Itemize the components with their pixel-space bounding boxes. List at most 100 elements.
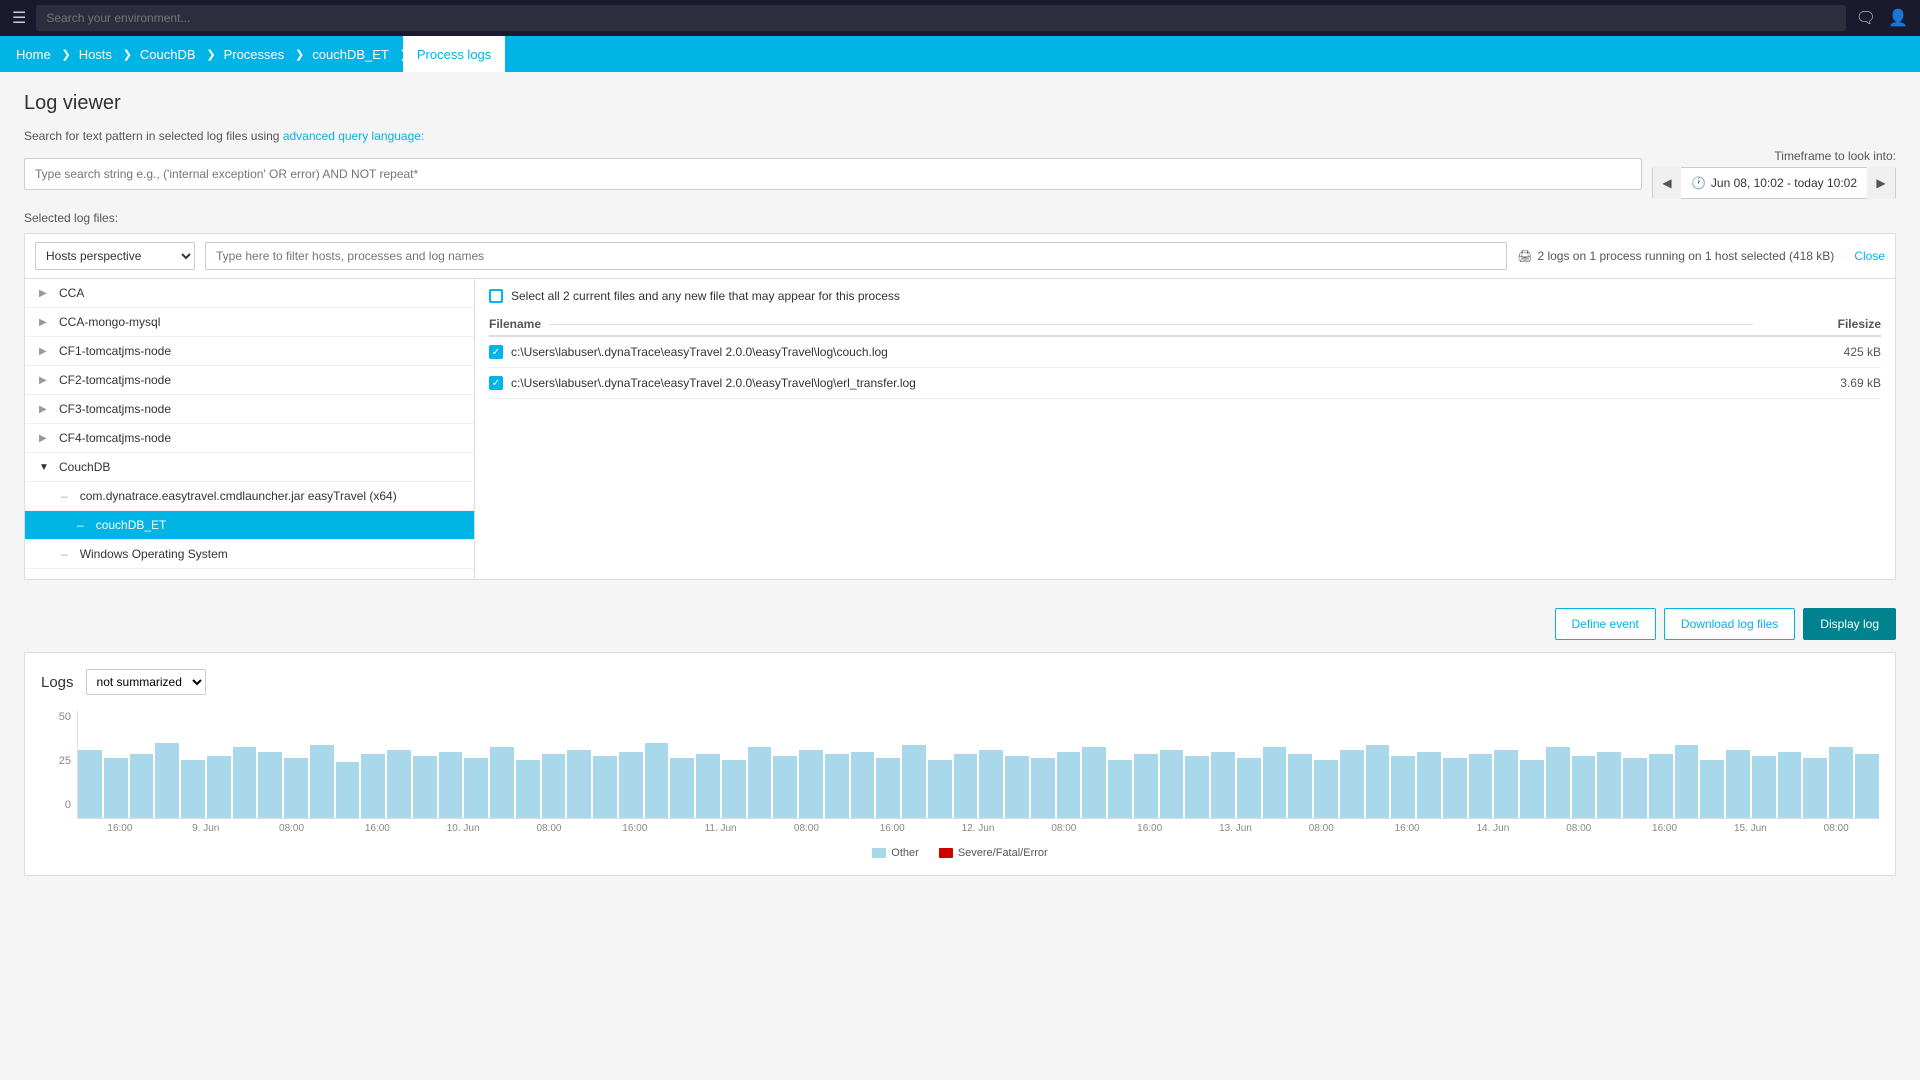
breadcrumb-hosts[interactable]: Hosts bbox=[65, 36, 126, 72]
chart-bar-23 bbox=[670, 758, 694, 818]
timeframe-next-btn[interactable]: ▶ bbox=[1867, 167, 1895, 199]
print-icon: 🖨 bbox=[1517, 249, 1532, 263]
chart-bar-31 bbox=[876, 758, 900, 818]
download-log-button[interactable]: Download log files bbox=[1664, 608, 1795, 640]
breadcrumb-home[interactable]: Home bbox=[0, 36, 65, 72]
log-selector-header: Hosts perspective Process perspective 🖨 … bbox=[25, 234, 1895, 279]
chart-bar-34 bbox=[954, 754, 978, 818]
tree-item-cf1[interactable]: ▶ CF1-tomcatjms-node bbox=[25, 337, 474, 366]
chart-bar-39 bbox=[1082, 747, 1106, 818]
breadcrumb-couchdbet[interactable]: couchDB_ET bbox=[298, 36, 403, 72]
log-search-input[interactable] bbox=[24, 158, 1642, 190]
menu-icon[interactable]: ☰ bbox=[12, 8, 26, 28]
tree-item-cf3[interactable]: ▶ CF3-tomcatjms-node bbox=[25, 395, 474, 424]
x-label-0800-4: 08:00 bbox=[1021, 823, 1107, 834]
expand-arrow: ▶ bbox=[39, 288, 51, 299]
dash-icon: – bbox=[77, 518, 84, 532]
file-row-1: ✓ c:\Users\labuser\.dynaTrace\easyTravel… bbox=[489, 336, 1881, 368]
file-checkbox-1[interactable]: ✓ bbox=[489, 345, 503, 359]
breadcrumb-couchdb[interactable]: CouchDB bbox=[126, 36, 210, 72]
chart-bar-0 bbox=[78, 750, 102, 818]
legend-other: Other bbox=[872, 847, 919, 859]
chart-bar-24 bbox=[696, 754, 720, 818]
log-filter-input[interactable] bbox=[205, 242, 1507, 270]
x-label-1600-2: 16:00 bbox=[334, 823, 420, 834]
messages-icon[interactable]: 🗨 bbox=[1856, 8, 1876, 28]
chart-bar-4 bbox=[181, 760, 205, 818]
close-btn[interactable]: Close bbox=[1854, 249, 1885, 263]
logs-summarize-select[interactable]: not summarized by severity by message bbox=[86, 669, 206, 695]
selected-log-label: Selected log files: bbox=[24, 211, 1896, 225]
chart-bar-27 bbox=[773, 756, 797, 818]
x-label-14jun: 14. Jun bbox=[1450, 823, 1536, 834]
header-separator bbox=[549, 324, 1753, 325]
x-label-0800-7: 08:00 bbox=[1793, 823, 1879, 834]
chart-bar-8 bbox=[284, 758, 308, 818]
dash-icon: – bbox=[61, 489, 68, 503]
tree-item-cca[interactable]: ▶ CCA bbox=[25, 279, 474, 308]
check-icon: ✓ bbox=[492, 378, 500, 389]
legend-severe-dot bbox=[939, 848, 953, 858]
global-search-input[interactable] bbox=[36, 5, 1845, 31]
define-event-button[interactable]: Define event bbox=[1555, 608, 1656, 640]
chart-bar-64 bbox=[1726, 750, 1750, 818]
chart-bar-40 bbox=[1108, 760, 1132, 818]
timeframe-container: Timeframe to look into: ◀ 🕐 Jun 08, 10:0… bbox=[1652, 149, 1896, 199]
expand-arrow: ▶ bbox=[39, 404, 51, 415]
display-log-button[interactable]: Display log bbox=[1803, 608, 1896, 640]
select-all-checkbox[interactable] bbox=[489, 289, 503, 303]
user-icon[interactable]: 👤 bbox=[1888, 8, 1908, 28]
x-label-1600-4: 16:00 bbox=[849, 823, 935, 834]
x-label-0800-6: 08:00 bbox=[1536, 823, 1622, 834]
tree-item-cf2[interactable]: ▶ CF2-tomcatjms-node bbox=[25, 366, 474, 395]
breadcrumb-process-logs[interactable]: Process logs bbox=[403, 36, 505, 72]
tree-item-cf4[interactable]: ▶ CF4-tomcatjms-node bbox=[25, 424, 474, 453]
chart-bar-9 bbox=[310, 745, 334, 818]
file-checkbox-2[interactable]: ✓ bbox=[489, 376, 503, 390]
top-bar: ☰ 🗨 👤 bbox=[0, 0, 1920, 36]
chart-bar-44 bbox=[1211, 752, 1235, 818]
chart-bar-28 bbox=[799, 750, 823, 818]
x-label-12jun: 12. Jun bbox=[935, 823, 1021, 834]
tree-item-couchdb[interactable]: ▼ CouchDB bbox=[25, 453, 474, 482]
tree-item-couchdbet[interactable]: – couchDB_ET bbox=[25, 511, 474, 540]
chart-bar-21 bbox=[619, 752, 643, 818]
timeframe-value: 🕐 Jun 08, 10:02 - today 10:02 bbox=[1681, 168, 1867, 198]
chart-bar-37 bbox=[1031, 758, 1055, 818]
chart-bar-29 bbox=[825, 754, 849, 818]
select-all-row: Select all 2 current files and any new f… bbox=[489, 289, 1881, 303]
tree-item-windows-os[interactable]: – Windows Operating System bbox=[25, 540, 474, 569]
chart-bar-18 bbox=[542, 754, 566, 818]
perspective-select[interactable]: Hosts perspective Process perspective bbox=[35, 242, 195, 270]
chart-bar-58 bbox=[1572, 756, 1596, 818]
chart-bar-60 bbox=[1623, 758, 1647, 818]
action-row: Define event Download log files Display … bbox=[24, 596, 1896, 644]
tree-item-cca-mongo[interactable]: ▶ CCA-mongo-mysql bbox=[25, 308, 474, 337]
tree-item-cmdlauncher[interactable]: – com.dynatrace.easytravel.cmdlauncher.j… bbox=[25, 482, 474, 511]
chart-bar-42 bbox=[1160, 750, 1184, 818]
advanced-query-link[interactable]: advanced query language: bbox=[283, 129, 424, 143]
chart-bar-22 bbox=[645, 743, 669, 818]
log-count-info: 🖨 2 logs on 1 process running on 1 host … bbox=[1517, 249, 1834, 263]
chart-bar-61 bbox=[1649, 754, 1673, 818]
chart-bar-52 bbox=[1417, 752, 1441, 818]
chart-bar-16 bbox=[490, 747, 514, 818]
chart-bar-47 bbox=[1288, 754, 1312, 818]
chart-bar-48 bbox=[1314, 760, 1338, 818]
chart-bar-51 bbox=[1391, 756, 1415, 818]
chart-bar-50 bbox=[1366, 745, 1390, 818]
chart-legend: Other Severe/Fatal/Error bbox=[41, 847, 1879, 859]
timeframe-prev-btn[interactable]: ◀ bbox=[1653, 167, 1681, 199]
file-size-2: 3.69 kB bbox=[1753, 368, 1881, 399]
file-row-2: ✓ c:\Users\labuser\.dynaTrace\easyTravel… bbox=[489, 368, 1881, 399]
chart-bar-45 bbox=[1237, 758, 1261, 818]
chart-bar-68 bbox=[1829, 747, 1853, 818]
file-path-1: ✓ c:\Users\labuser\.dynaTrace\easyTravel… bbox=[489, 336, 1753, 368]
chart-bar-15 bbox=[464, 758, 488, 818]
log-selector-panel: Hosts perspective Process perspective 🖨 … bbox=[24, 233, 1896, 580]
dash-icon: – bbox=[61, 547, 68, 561]
timeframe-label: Timeframe to look into: bbox=[1774, 149, 1896, 163]
file-table: Filename Filesize bbox=[489, 313, 1881, 399]
logs-section: Logs not summarized by severity by messa… bbox=[24, 652, 1896, 876]
breadcrumb-processes[interactable]: Processes bbox=[210, 36, 299, 72]
